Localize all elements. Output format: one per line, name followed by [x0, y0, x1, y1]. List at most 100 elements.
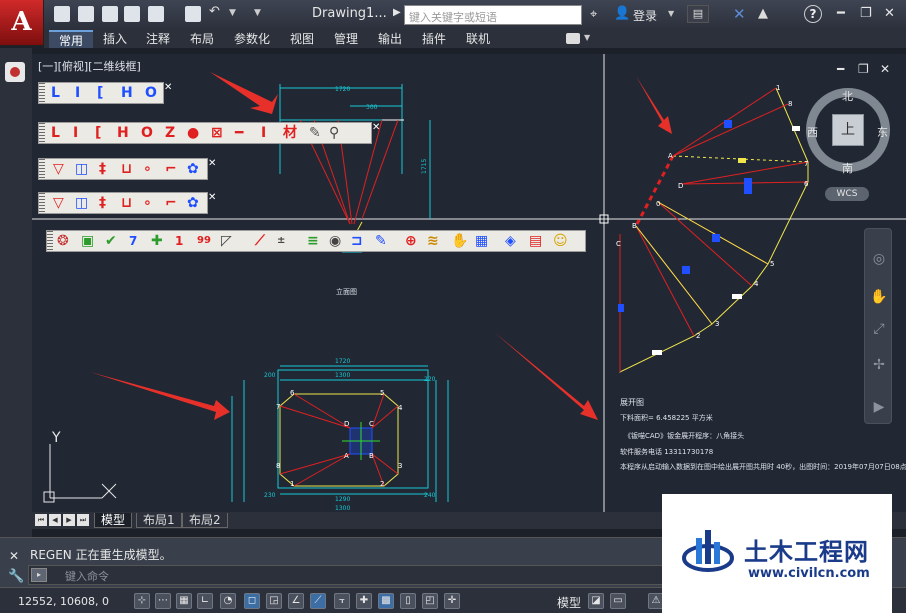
new-file-icon[interactable] — [54, 6, 70, 22]
viewcube-south[interactable]: 南 — [842, 160, 853, 176]
tab-manage[interactable]: 管理 — [334, 30, 358, 48]
dimension-icon[interactable]: ⊐ — [351, 234, 363, 248]
tab-online[interactable]: 联机 — [466, 30, 490, 48]
smiley-icon[interactable]: ☺ — [553, 234, 568, 248]
login-dropdown-icon[interactable]: ▼ — [668, 9, 674, 18]
ribbon-options-icon[interactable]: ▼ — [584, 33, 590, 42]
wrench-icon[interactable]: 🔧 — [8, 569, 24, 584]
snap-mode-icon[interactable]: ⋯ — [155, 593, 171, 609]
tool-material[interactable]: 材 — [283, 126, 297, 140]
drawing-canvas[interactable]: 1720 300 1715 立面图 1720 1300 200 220 230 … — [32, 54, 906, 512]
toolbar-grip-2[interactable] — [39, 123, 45, 143]
tab-model[interactable]: 模型 — [94, 513, 133, 528]
help-icon[interactable]: ? — [804, 5, 822, 23]
viewport-label[interactable]: [一][俯视][二维线框] — [38, 58, 141, 74]
search-input[interactable]: 键入关键字或短语 — [404, 5, 582, 25]
steering-wheel-icon[interactable]: ◎ — [870, 251, 888, 269]
tab-layout1[interactable]: 布局1 — [136, 513, 182, 528]
last-layout-icon[interactable]: ⏭ — [77, 514, 89, 526]
toolbar-close-icon[interactable]: ✕ — [208, 158, 216, 169]
tolerance-icon[interactable]: ± — [277, 234, 285, 248]
infer-constraints-icon[interactable]: ⊹ — [134, 593, 150, 609]
selection-cycling-icon[interactable]: ◰ — [422, 593, 438, 609]
viewcube-top-face[interactable]: 上 — [832, 114, 864, 146]
transparency-icon[interactable]: ▩ — [378, 593, 394, 609]
pencil-icon[interactable]: ✎ — [309, 126, 321, 140]
annotation-monitor-icon[interactable]: ✛ — [444, 593, 460, 609]
edit-icon[interactable]: ✎ — [375, 234, 387, 248]
close-icon[interactable]: ✕ — [880, 62, 890, 76]
magnifier-icon[interactable]: ⚲ — [329, 126, 339, 140]
settings-icon[interactable]: ❂ — [57, 234, 69, 248]
tab-insert[interactable]: 插入 — [103, 30, 127, 48]
plus-icon[interactable]: ✚ — [151, 234, 163, 248]
polar-tracking-icon[interactable]: ◔ — [220, 593, 236, 609]
model-space-label[interactable]: 模型 — [557, 594, 581, 611]
close-icon[interactable]: ✕ — [9, 549, 19, 563]
toolbar-grip-3[interactable] — [39, 159, 45, 179]
ribbon-minimize-icon[interactable] — [566, 33, 580, 44]
tool-t-steel[interactable]: I — [261, 126, 266, 140]
print-icon[interactable] — [185, 6, 201, 22]
orbit-icon[interactable]: ✢ — [870, 357, 888, 375]
minimize-icon[interactable]: ━ — [837, 62, 844, 76]
tool-h-beam[interactable]: H — [117, 126, 129, 140]
command-prompt-icon[interactable]: ▸ — [31, 568, 47, 582]
square-icon[interactable]: ◫ — [75, 196, 88, 210]
toolbar-close-icon[interactable]: ✕ — [372, 122, 380, 133]
open-file-icon[interactable] — [78, 6, 94, 22]
pipe-icon[interactable]: ‡ — [99, 196, 106, 210]
toolbar-grip-5[interactable] — [47, 231, 53, 251]
palette-icon[interactable]: ◈ — [505, 234, 516, 248]
dynamic-input-icon[interactable]: ⫟ — [334, 593, 350, 609]
binoculars-icon[interactable]: ⌖ — [590, 7, 597, 22]
viewcube-west[interactable]: 西 — [807, 124, 818, 140]
zoom-extents-icon[interactable]: ⤢ — [870, 321, 888, 339]
toolbar-grip-1[interactable] — [39, 83, 45, 103]
hand-icon[interactable]: ✋ — [451, 234, 468, 248]
check-icon[interactable]: ✔ — [105, 234, 117, 248]
user-icon[interactable]: 👤 — [614, 6, 630, 21]
toolbar-close-icon[interactable]: ✕ — [164, 82, 172, 93]
tool-i-beam[interactable]: I — [73, 126, 78, 140]
tool-round-bar[interactable]: ● — [187, 126, 199, 140]
toilet-icon[interactable]: ▽ — [53, 162, 64, 176]
tool-o-shape[interactable]: O — [145, 86, 157, 100]
tool-l-shape[interactable]: L — [51, 86, 60, 100]
quick-properties-icon[interactable]: ▯ — [400, 593, 416, 609]
line-icon[interactable]: ⟋ — [255, 234, 265, 248]
start-tab-icon[interactable] — [5, 62, 25, 82]
number-one-icon[interactable]: 1 — [175, 234, 183, 248]
book-icon[interactable]: ▤ — [529, 234, 542, 248]
command-input[interactable]: 键入命令 — [28, 565, 668, 585]
close-icon[interactable]: ✕ — [884, 6, 895, 21]
viewcube-north[interactable]: 北 — [842, 88, 853, 104]
tool-channel[interactable]: [ — [95, 126, 101, 140]
store-icon[interactable]: ▤ — [687, 5, 709, 23]
layer-icon[interactable]: ≋ — [427, 234, 439, 248]
pan-icon[interactable]: ✋ — [870, 289, 888, 307]
tool-h-shape[interactable]: H — [121, 86, 133, 100]
toilet-icon[interactable]: ▽ — [53, 196, 64, 210]
undo-dropdown-icon[interactable]: ▼ — [229, 8, 236, 18]
viewcube-east[interactable]: 东 — [877, 124, 888, 140]
dynamic-ucs-icon[interactable]: ⟋ — [310, 593, 326, 609]
save-icon[interactable] — [102, 6, 118, 22]
quick-view-drawings-icon[interactable]: ▭ — [610, 593, 626, 609]
flower-icon[interactable]: ✿ — [187, 196, 199, 210]
tool-pipe[interactable]: O — [141, 126, 153, 140]
tab-layout2[interactable]: 布局2 — [182, 513, 228, 528]
tab-parametric[interactable]: 参数化 — [234, 30, 270, 48]
restore-icon[interactable]: ❐ — [860, 6, 872, 21]
bracket-icon[interactable]: ⊔ — [121, 162, 132, 176]
zoom-icon[interactable]: ⊕ — [405, 234, 417, 248]
quick-view-layouts-icon[interactable]: ◪ — [588, 593, 604, 609]
tab-output[interactable]: 输出 — [378, 30, 402, 48]
maximize-icon[interactable]: ❐ — [858, 62, 869, 76]
tool-i-shape[interactable]: I — [75, 86, 80, 100]
toolbar-close-icon[interactable]: ✕ — [208, 192, 216, 203]
ortho-mode-icon[interactable]: ∟ — [197, 593, 213, 609]
toolbar-grip-4[interactable] — [39, 193, 45, 213]
tab-annotate[interactable]: 注释 — [146, 30, 170, 48]
save-as-icon[interactable] — [124, 6, 140, 22]
